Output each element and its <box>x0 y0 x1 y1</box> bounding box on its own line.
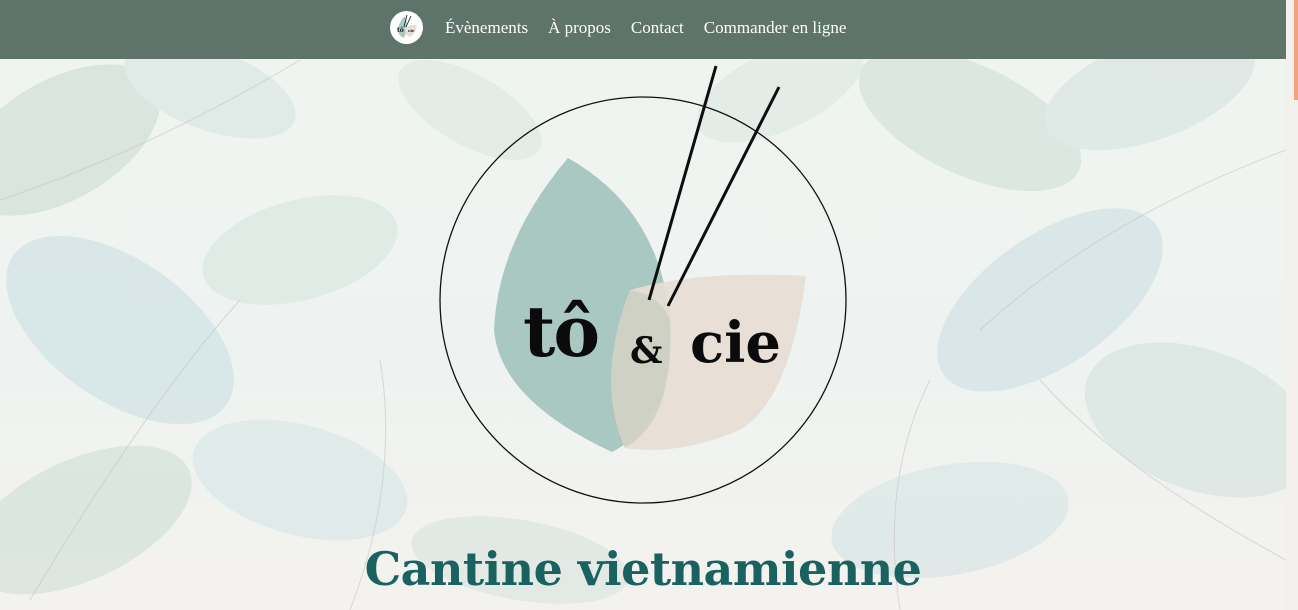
svg-text:tô: tô <box>397 27 404 34</box>
nav-link-contact[interactable]: Contact <box>631 15 684 41</box>
nav-logo[interactable]: tô cie <box>390 11 423 44</box>
svg-text:cie: cie <box>408 28 415 33</box>
brand-to: tô <box>523 290 600 373</box>
nav-logo-icon: tô cie <box>397 14 417 38</box>
nav-link-commander-en-ligne[interactable]: Commander en ligne <box>704 15 847 41</box>
hero-subtitle: Cantine vietnamienne <box>364 542 922 596</box>
scrollbar-thumb[interactable] <box>1294 0 1298 100</box>
top-navbar: tô cie Évènements À propos Contact Comma… <box>0 0 1286 59</box>
nav-link-a-propos[interactable]: À propos <box>548 15 611 41</box>
logo-graphic <box>439 65 847 504</box>
brand-ampersand: & <box>630 330 663 372</box>
nav-link-evenements[interactable]: Évènements <box>445 15 528 41</box>
scrollbar-track[interactable] <box>1286 0 1298 610</box>
brand-cie: cie <box>690 310 781 376</box>
hero-logo: tô & cie <box>420 60 870 510</box>
nav-links: Évènements À propos Contact Commander en… <box>445 15 846 41</box>
